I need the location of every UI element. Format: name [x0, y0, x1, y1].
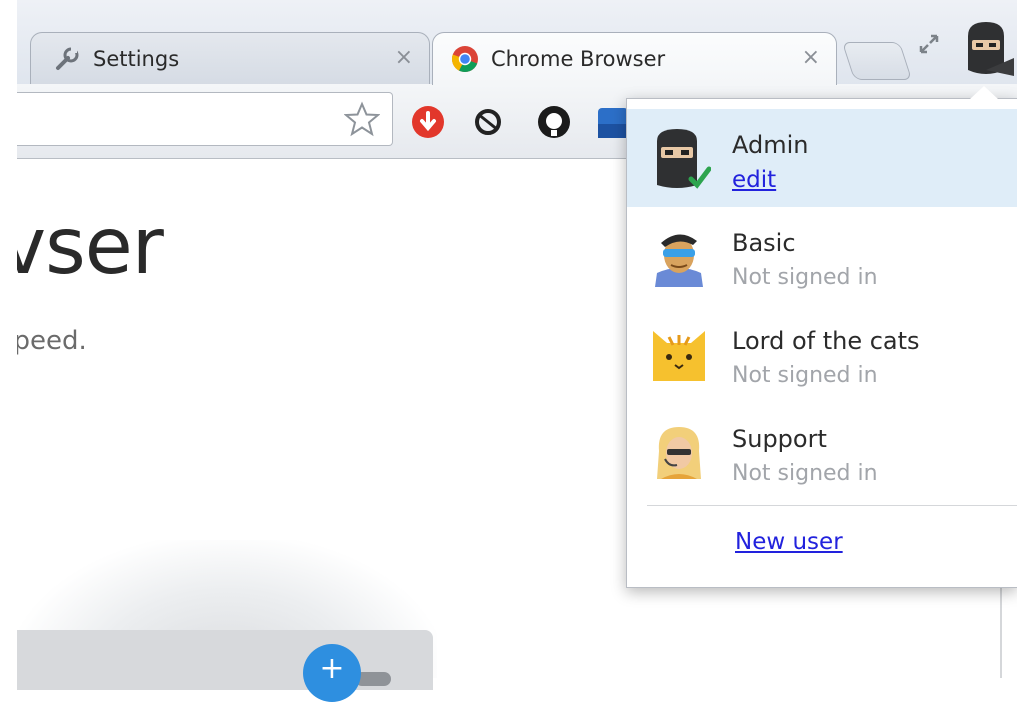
- profile-menu: Admin edit Basic Not signed in Lord of t…: [626, 98, 1017, 588]
- profile-name: Basic: [732, 229, 796, 257]
- add-button[interactable]: +: [303, 644, 361, 702]
- page-divider: [1000, 580, 1002, 678]
- wrench-icon: [56, 47, 79, 70]
- tab-chrome-browser[interactable]: Chrome Browser ×: [432, 32, 837, 85]
- profile-item-lord-of-the-cats[interactable]: Lord of the cats Not signed in: [627, 305, 1017, 403]
- cat-avatar-icon: [653, 331, 705, 381]
- profile-status: Not signed in: [732, 461, 878, 486]
- menu-pointer: [970, 86, 998, 99]
- tab-close-icon[interactable]: ×: [802, 45, 820, 70]
- profile-name: Lord of the cats: [732, 327, 920, 355]
- support-agent-avatar-icon: [657, 427, 701, 479]
- new-user-link[interactable]: New user: [735, 529, 843, 555]
- tab-close-icon[interactable]: ×: [395, 45, 413, 70]
- ninja-avatar-icon[interactable]: [956, 18, 1016, 82]
- sync-extension-icon[interactable]: [470, 104, 506, 140]
- ninja-avatar-icon: [657, 129, 711, 189]
- profile-name: Admin: [732, 131, 809, 159]
- page-title: vser: [0, 202, 164, 292]
- edit-profile-link[interactable]: edit: [732, 167, 776, 193]
- profile-status: Not signed in: [732, 363, 878, 388]
- masked-man-avatar-icon: [655, 234, 703, 287]
- profile-item-admin[interactable]: Admin edit: [627, 109, 1017, 207]
- restore-window-icon[interactable]: [913, 28, 945, 60]
- tab-settings[interactable]: Settings ×: [30, 32, 430, 85]
- omnibox[interactable]: [0, 92, 393, 146]
- page-edge: [0, 0, 17, 678]
- profile-name: Support: [732, 425, 827, 453]
- profile-status: Not signed in: [732, 265, 878, 290]
- profile-item-support[interactable]: Support Not signed in: [627, 403, 1017, 501]
- new-tab-button[interactable]: [841, 42, 913, 80]
- profile-item-basic[interactable]: Basic Not signed in: [627, 207, 1017, 305]
- chrome-icon: [451, 46, 478, 73]
- github-extension-icon[interactable]: [536, 104, 572, 140]
- download-extension-icon[interactable]: [410, 104, 446, 140]
- bookmark-star-icon[interactable]: [344, 101, 380, 137]
- tab-title: Chrome Browser: [491, 47, 666, 71]
- menu-separator: [647, 505, 1017, 506]
- tab-title: Settings: [93, 47, 180, 71]
